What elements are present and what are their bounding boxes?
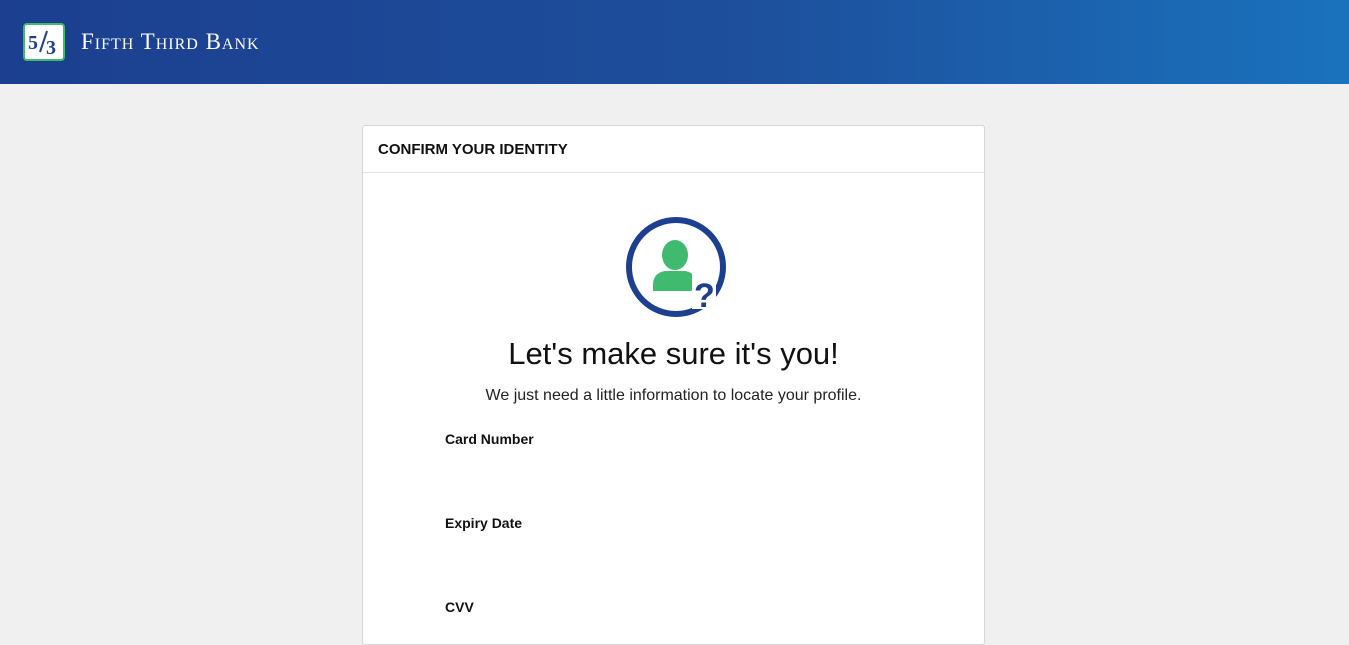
site-header: 5 3 Fifth Third Bank [0, 0, 1349, 84]
card-number-label: Card Number [445, 431, 534, 447]
expiry-date-label: Expiry Date [445, 515, 523, 531]
identity-card: CONFIRM YOUR IDENTITY ? Let's make sure … [362, 125, 985, 645]
svg-text:?: ? [694, 277, 715, 315]
card-header: CONFIRM YOUR IDENTITY [363, 126, 984, 173]
fifth-third-logo-icon: 5 3 [23, 23, 65, 61]
brand-name: Fifth Third Bank [81, 29, 260, 54]
page-subtext: We just need a little information to loc… [485, 387, 862, 404]
svg-text:3: 3 [46, 37, 56, 59]
cvv-label: CVV [445, 599, 474, 615]
svg-text:5: 5 [28, 32, 38, 54]
card-title: CONFIRM YOUR IDENTITY [378, 140, 568, 158]
user-question-icon: ? [626, 217, 726, 317]
page-headline: Let's make sure it's you! [508, 336, 839, 371]
brand-logo[interactable]: 5 3 Fifth Third Bank [23, 23, 260, 61]
